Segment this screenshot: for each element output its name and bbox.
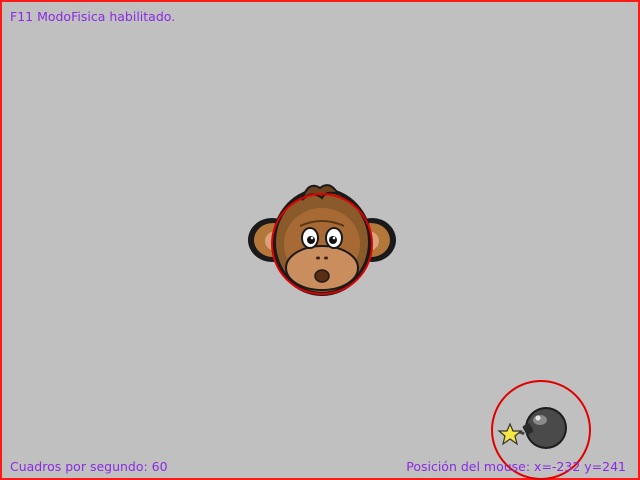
monkey-face-icon xyxy=(248,184,396,296)
mouse-position-readout: Posición del mouse: x=-232 y=241 xyxy=(406,459,626,474)
fps-counter: Cuadros por segundo: 60 xyxy=(10,459,168,474)
monkey-actor[interactable] xyxy=(242,178,402,306)
physics-mode-status: F11 ModoFisica habilitado. xyxy=(10,9,176,24)
game-canvas[interactable]: F11 ModoFisica habilitado. Cuadros por s… xyxy=(0,0,640,480)
